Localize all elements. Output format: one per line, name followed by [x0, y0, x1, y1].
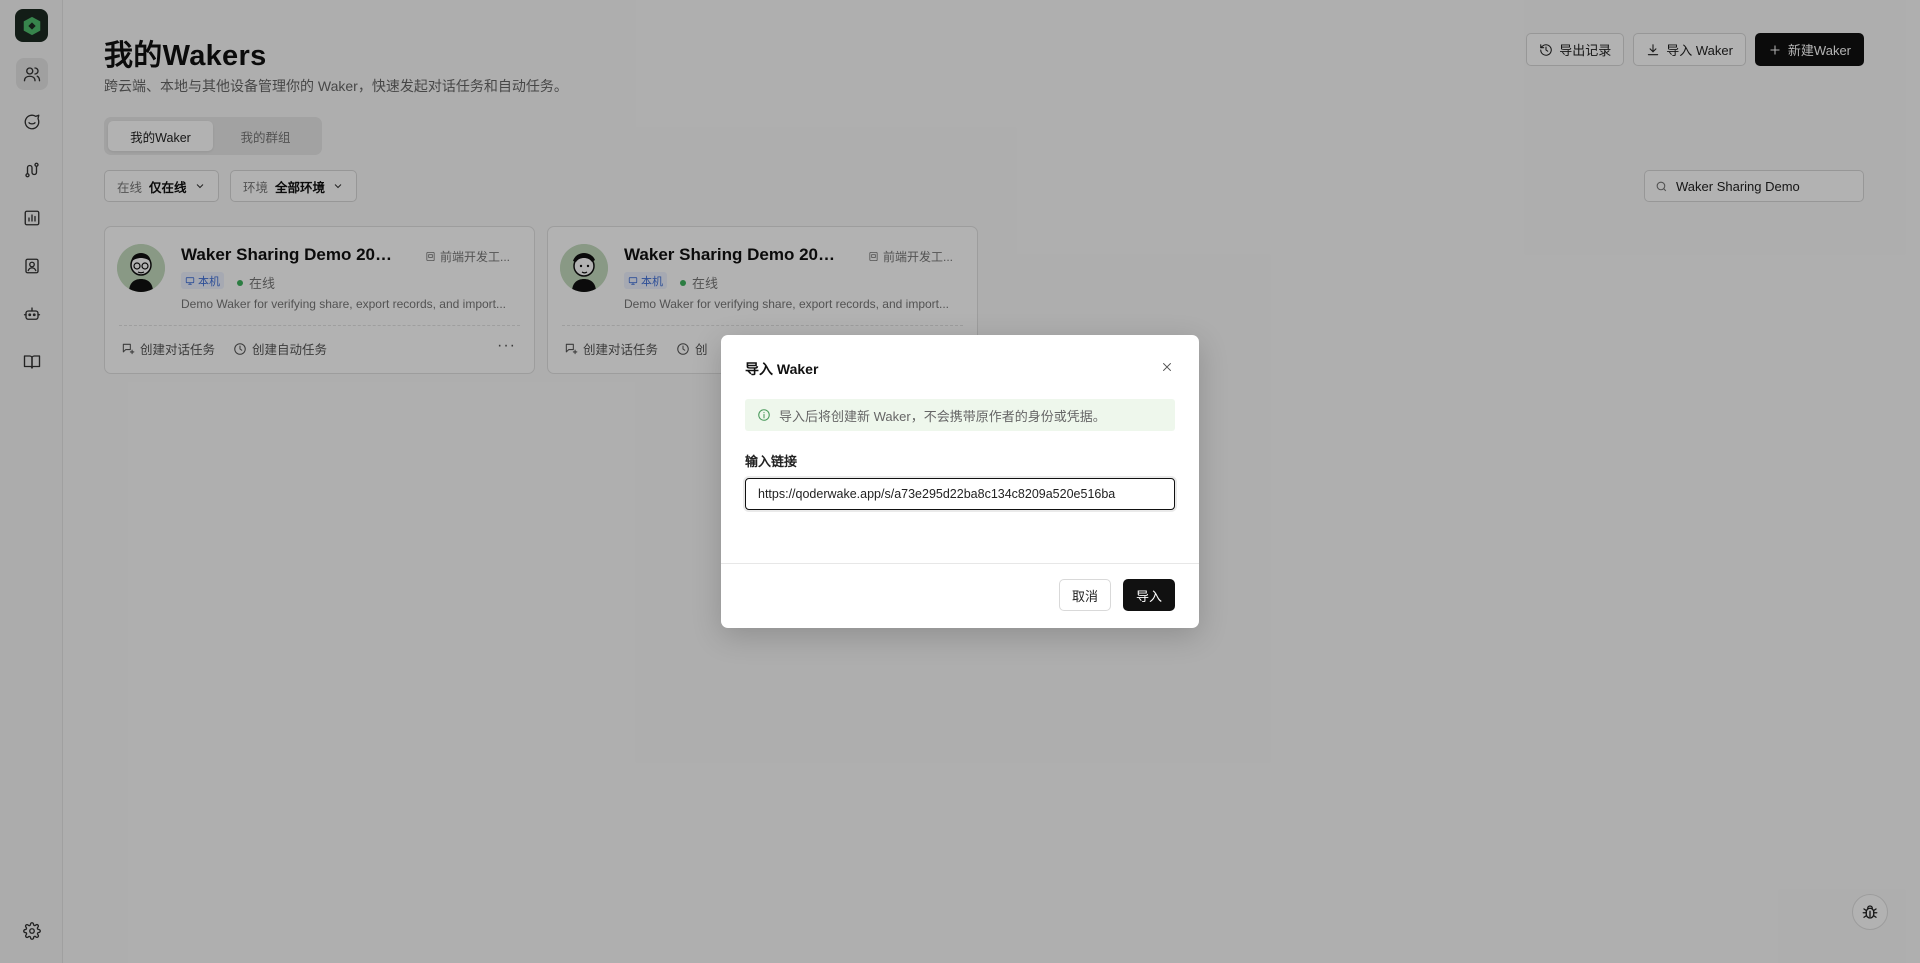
dialog-divider — [721, 563, 1199, 564]
cancel-button[interactable]: 取消 — [1058, 579, 1111, 611]
url-input[interactable] — [745, 478, 1175, 510]
url-field-label: 输入链接 — [745, 454, 798, 469]
dialog-title: 导入 Waker — [745, 361, 819, 377]
info-notice-text: 导入后将创建新 Waker，不会携带原作者的身份或凭据。 — [779, 408, 1106, 424]
import-confirm-button[interactable]: 导入 — [1122, 579, 1175, 611]
info-icon — [758, 409, 770, 421]
dialog-footer: 取消 导入 — [1058, 579, 1175, 611]
dialog-close-button[interactable] — [1159, 359, 1175, 375]
close-icon — [1163, 363, 1171, 371]
import-waker-dialog: 导入 Waker 导入后将创建新 Waker，不会携带原作者的身份或凭据。 输入… — [721, 335, 1199, 628]
info-notice: 导入后将创建新 Waker，不会携带原作者的身份或凭据。 — [745, 399, 1175, 431]
